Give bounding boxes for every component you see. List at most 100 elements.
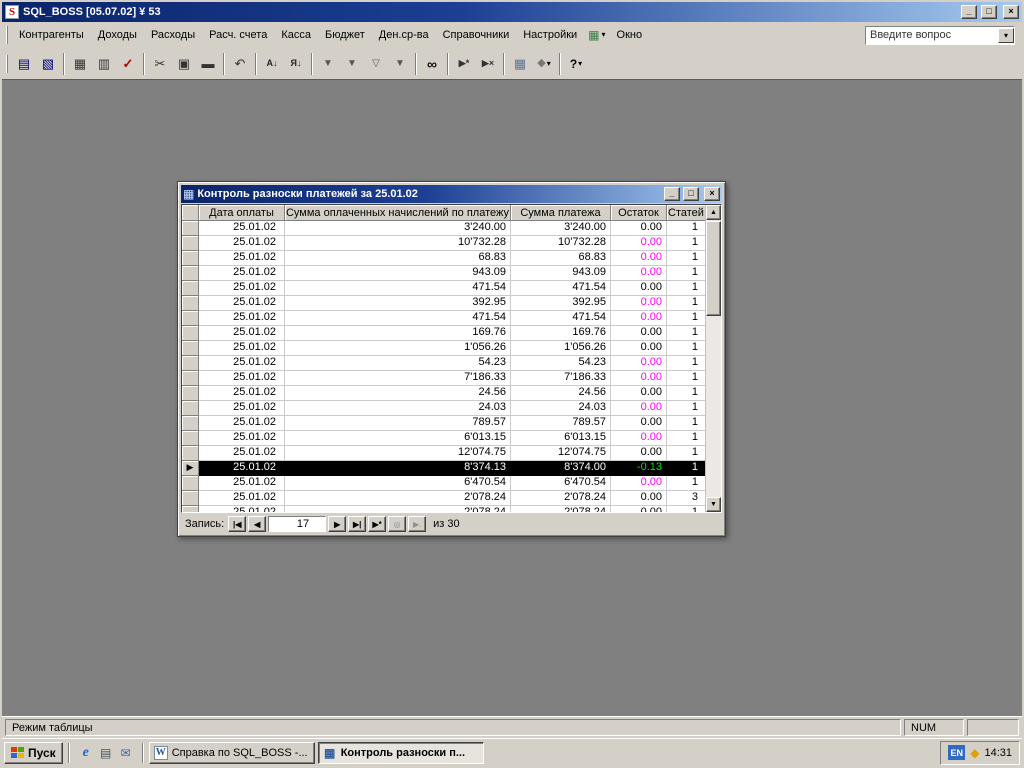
cell-accrued[interactable]: 54.23 xyxy=(285,356,511,371)
cell-articles[interactable]: 1 xyxy=(667,296,706,311)
scroll-up-icon[interactable]: ▲ xyxy=(706,205,721,220)
outlook-express-icon[interactable]: ✉ xyxy=(117,744,135,762)
cell-date[interactable]: 25.01.02 xyxy=(199,311,285,326)
first-record-button[interactable]: |◀ xyxy=(228,516,246,532)
cell-payment[interactable]: 24.56 xyxy=(511,386,611,401)
child-maximize-button[interactable]: □ xyxy=(683,187,699,201)
close-button[interactable]: × xyxy=(1003,5,1019,19)
internet-explorer-icon[interactable]: e xyxy=(77,744,95,762)
cell-accrued[interactable]: 68.83 xyxy=(285,251,511,266)
cell-balance[interactable]: 0.00 xyxy=(611,311,667,326)
cell-date[interactable]: 25.01.02 xyxy=(199,461,285,476)
cell-accrued[interactable]: 392.95 xyxy=(285,296,511,311)
column-header-date[interactable]: Дата оплаты xyxy=(199,205,285,221)
minimize-button[interactable]: _ xyxy=(961,5,977,19)
row-selector[interactable] xyxy=(182,491,199,506)
cell-articles[interactable]: 1 xyxy=(667,326,706,341)
cell-date[interactable]: 25.01.02 xyxy=(199,506,285,513)
row-selector[interactable] xyxy=(182,386,199,401)
table-row[interactable]: 25.01.02471.54471.540.001 xyxy=(182,311,721,326)
menu-tool-button[interactable]: ▦ ▾ xyxy=(584,27,609,43)
cell-balance[interactable]: 0.00 xyxy=(611,251,667,266)
cell-articles[interactable]: 1 xyxy=(667,461,706,476)
row-selector[interactable] xyxy=(182,281,199,296)
find-icon[interactable]: ∞ xyxy=(420,52,444,76)
cell-date[interactable]: 25.01.02 xyxy=(199,221,285,236)
cell-payment[interactable]: 6'013.15 xyxy=(511,431,611,446)
row-selector[interactable] xyxy=(182,416,199,431)
cell-date[interactable]: 25.01.02 xyxy=(199,446,285,461)
filter-by-form-icon[interactable]: ▼ xyxy=(340,52,364,76)
cell-accrued[interactable]: 471.54 xyxy=(285,311,511,326)
cell-balance[interactable]: 0.00 xyxy=(611,491,667,506)
last-record-button[interactable]: ▶| xyxy=(348,516,366,532)
task-help-window[interactable]: WСправка по SQL_BOSS -... xyxy=(149,742,315,764)
cell-payment[interactable]: 392.95 xyxy=(511,296,611,311)
cell-payment[interactable]: 789.57 xyxy=(511,416,611,431)
restore-button[interactable]: □ xyxy=(981,5,997,19)
child-close-button[interactable]: × xyxy=(704,187,720,201)
spelling-icon[interactable]: ✓ xyxy=(116,52,140,76)
table-row[interactable]: 25.01.022'078.242'078.240.003 xyxy=(182,491,721,506)
cell-balance[interactable]: 0.00 xyxy=(611,266,667,281)
table-row[interactable]: 25.01.0224.5624.560.001 xyxy=(182,386,721,401)
menu-item-okno[interactable]: Окно xyxy=(610,26,650,44)
undo-icon[interactable]: ↶ xyxy=(228,52,252,76)
child-minimize-button[interactable]: _ xyxy=(664,187,680,201)
cell-date[interactable]: 25.01.02 xyxy=(199,281,285,296)
menu-item-nastroyki[interactable]: Настройки xyxy=(516,26,584,44)
current-record-arrow-icon[interactable]: ▶ xyxy=(182,461,199,476)
apply-filter-icon[interactable]: ▼ xyxy=(388,52,412,76)
cut-icon[interactable]: ✂ xyxy=(148,52,172,76)
cell-payment[interactable]: 169.76 xyxy=(511,326,611,341)
column-header-accrued[interactable]: Сумма оплаченных начислений по платежу xyxy=(285,205,511,221)
table-row[interactable]: 25.01.02169.76169.760.001 xyxy=(182,326,721,341)
menu-item-spravochniki[interactable]: Справочники xyxy=(436,26,517,44)
row-selector[interactable] xyxy=(182,296,199,311)
table-row[interactable]: ▶25.01.028'374.138'374.00-0.131 xyxy=(182,461,721,476)
cell-balance[interactable]: 0.00 xyxy=(611,371,667,386)
question-dropdown-icon[interactable]: ▾ xyxy=(998,28,1014,43)
export-icon[interactable]: ▧ xyxy=(36,52,60,76)
cell-articles[interactable]: 1 xyxy=(667,236,706,251)
save-icon[interactable]: ▤ xyxy=(12,52,36,76)
cell-date[interactable]: 25.01.02 xyxy=(199,341,285,356)
cell-accrued[interactable]: 8'374.13 xyxy=(285,461,511,476)
sort-ascending-icon[interactable]: А↓ xyxy=(260,52,284,76)
cell-accrued[interactable]: 24.03 xyxy=(285,401,511,416)
cell-balance[interactable]: 0.00 xyxy=(611,386,667,401)
paste-icon[interactable]: ▬ xyxy=(196,52,220,76)
menu-item-kassa[interactable]: Касса xyxy=(274,26,318,44)
new-object-icon[interactable]: ◆▾ xyxy=(532,52,556,76)
cell-articles[interactable]: 1 xyxy=(667,476,706,491)
cell-payment[interactable]: 471.54 xyxy=(511,281,611,296)
new-record-button[interactable]: ▶* xyxy=(368,516,386,532)
table-row[interactable]: 25.01.026'470.546'470.540.001 xyxy=(182,476,721,491)
cell-balance[interactable]: 0.00 xyxy=(611,296,667,311)
table-row[interactable]: 25.01.0224.0324.030.001 xyxy=(182,401,721,416)
cell-payment[interactable]: 12'074.75 xyxy=(511,446,611,461)
table-row[interactable]: 25.01.027'186.337'186.330.001 xyxy=(182,371,721,386)
vertical-scrollbar[interactable]: ▲ ▼ xyxy=(705,205,721,512)
start-button[interactable]: Пуск xyxy=(4,742,63,764)
cell-accrued[interactable]: 12'074.75 xyxy=(285,446,511,461)
print-icon[interactable]: ▦ xyxy=(68,52,92,76)
cell-payment[interactable]: 54.23 xyxy=(511,356,611,371)
copy-icon[interactable]: ▣ xyxy=(172,52,196,76)
record-number-box[interactable]: 17 xyxy=(268,516,326,532)
table-row[interactable]: 25.01.02943.09943.090.001 xyxy=(182,266,721,281)
cell-balance[interactable]: 0.00 xyxy=(611,416,667,431)
tray-alert-icon[interactable]: ◆ xyxy=(970,747,979,759)
table-row[interactable]: 25.01.0268.8368.830.001 xyxy=(182,251,721,266)
cell-balance[interactable]: 0.00 xyxy=(611,401,667,416)
row-selector[interactable] xyxy=(182,446,199,461)
cell-payment[interactable]: 3'240.00 xyxy=(511,221,611,236)
row-selector[interactable] xyxy=(182,266,199,281)
table-row[interactable]: 25.01.023'240.003'240.000.001 xyxy=(182,221,721,236)
table-row[interactable]: 25.01.021'056.261'056.260.001 xyxy=(182,341,721,356)
menu-item-rasch-scheta[interactable]: Расч. счета xyxy=(202,26,274,44)
table-row[interactable]: 25.01.0212'074.7512'074.750.001 xyxy=(182,446,721,461)
cell-articles[interactable]: 1 xyxy=(667,431,706,446)
cell-balance[interactable]: 0.00 xyxy=(611,356,667,371)
cell-date[interactable]: 25.01.02 xyxy=(199,266,285,281)
